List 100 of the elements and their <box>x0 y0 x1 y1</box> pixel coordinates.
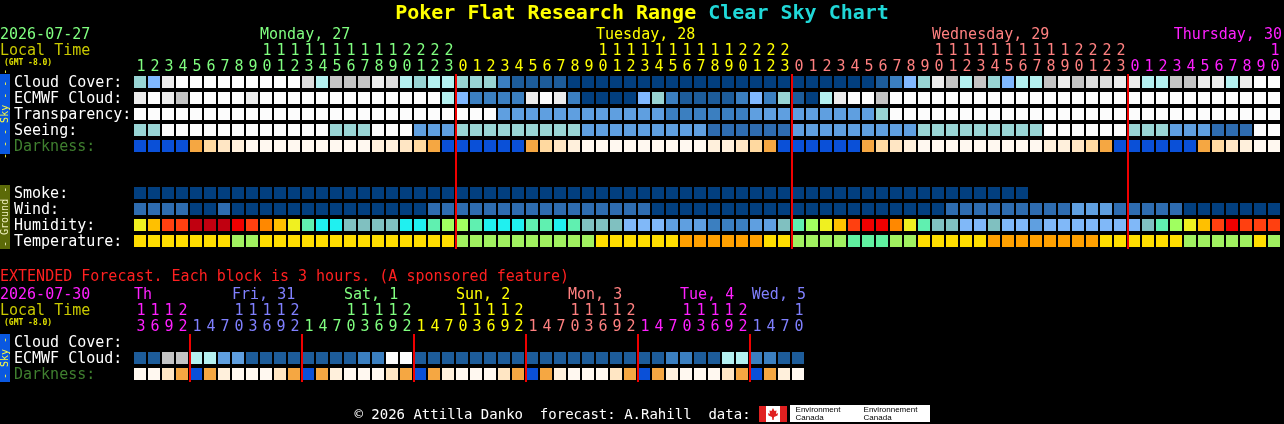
hour-label: 9 <box>612 317 622 335</box>
maple-leaf-flag-icon <box>758 405 787 422</box>
hour-label: 0 <box>1270 57 1280 75</box>
hour-tens-label: 1 <box>276 41 286 59</box>
hour-tens-label: 2 <box>738 41 748 59</box>
hour-tens-label: 1 <box>710 301 720 319</box>
hour-tens-label: 1 <box>1018 41 1028 59</box>
hour-label: 5 <box>1004 57 1014 75</box>
hour-tens-label: 1 <box>318 41 328 59</box>
hour-label: 3 <box>780 57 790 75</box>
hour-label: 4 <box>318 57 328 75</box>
hour-label: 7 <box>556 317 566 335</box>
hour-label: 5 <box>668 57 678 75</box>
hour-tens-label: 1 <box>570 301 580 319</box>
hour-label: 4 <box>654 57 664 75</box>
hour-tens-label: 1 <box>164 301 174 319</box>
hour-tens-label: 2 <box>1116 41 1126 59</box>
hour-label: 2 <box>1102 57 1112 75</box>
hour-tens-label: 2 <box>752 41 762 59</box>
hour-tens-label: 1 <box>374 41 384 59</box>
hour-label: 6 <box>682 57 692 75</box>
hour-label: 9 <box>164 317 174 335</box>
row-label: Wind: <box>14 201 61 217</box>
hour-label: 8 <box>570 57 580 75</box>
forecast-date: 2026-07-27 <box>0 25 91 43</box>
hour-tens-label: 1 <box>346 41 356 59</box>
hour-label: 5 <box>864 57 874 75</box>
hour-label: 1 <box>752 57 762 75</box>
hour-label: 9 <box>1060 57 1070 75</box>
hour-label: 3 <box>472 317 482 335</box>
hour-label: 3 <box>164 57 174 75</box>
hour-label: 3 <box>1172 57 1182 75</box>
timezone-label: (GMT -8.0) <box>4 58 53 67</box>
day-label: Wed, 5 <box>751 286 806 302</box>
hour-tens-label: 1 <box>612 41 622 59</box>
hour-tens-label: 1 <box>584 301 594 319</box>
hour-label: 3 <box>640 57 650 75</box>
row-label: ECMWF Cloud: <box>14 90 124 106</box>
hour-label: 1 <box>136 57 146 75</box>
hour-label: 2 <box>290 317 300 335</box>
hour-label: 4 <box>1186 57 1196 75</box>
hour-tens-label: 1 <box>710 41 720 59</box>
hour-label: 2 <box>626 57 636 75</box>
hour-label: 3 <box>1116 57 1126 75</box>
hour-tens-label: 2 <box>402 301 412 319</box>
row-label: Transparency: <box>14 106 133 122</box>
hour-label: 9 <box>584 57 594 75</box>
hour-tens-label: 1 <box>934 41 944 59</box>
hour-label: 4 <box>318 317 328 335</box>
hour-tens-label: 2 <box>766 41 776 59</box>
hour-label: 9 <box>500 317 510 335</box>
hour-label: 1 <box>276 57 286 75</box>
credit-text: © 2026 Attilla Danko forecast: A.Rahill data: <box>354 405 751 422</box>
hour-label: 7 <box>780 317 790 335</box>
hour-label: 5 <box>1200 57 1210 75</box>
hour-label: 3 <box>444 57 454 75</box>
hour-label: 4 <box>206 317 216 335</box>
hour-label: 1 <box>640 317 650 335</box>
timezone-label: (GMT -8.0) <box>4 318 53 327</box>
hour-label: 0 <box>794 317 804 335</box>
hour-label: 3 <box>248 317 258 335</box>
hour-tens-label: 1 <box>136 301 146 319</box>
hour-tens-label: 1 <box>248 301 258 319</box>
hour-tens-label: 2 <box>1088 41 1098 59</box>
hour-label: 9 <box>248 57 258 75</box>
source-name: Environment Canada <box>794 405 842 422</box>
hour-label: 5 <box>332 57 342 75</box>
hour-label: 5 <box>528 57 538 75</box>
hour-label: 9 <box>388 57 398 75</box>
hour-label: 1 <box>612 57 622 75</box>
hour-tens-label: 1 <box>654 41 664 59</box>
hour-tens-label: 2 <box>514 301 524 319</box>
hour-label: 7 <box>696 57 706 75</box>
hour-label: 1 <box>528 317 538 335</box>
hour-label: 3 <box>584 317 594 335</box>
hour-label: 2 <box>290 57 300 75</box>
hour-label: 8 <box>1046 57 1056 75</box>
hour-label: 9 <box>724 317 734 335</box>
hour-label: 1 <box>192 317 202 335</box>
hour-tens-label: 2 <box>178 301 188 319</box>
hour-label: 6 <box>542 57 552 75</box>
hour-tens-label: 1 <box>948 41 958 59</box>
hour-tens-label: 1 <box>990 41 1000 59</box>
hour-tens-label: 1 <box>640 41 650 59</box>
hour-tens-label: 2 <box>626 301 636 319</box>
hour-label: 9 <box>724 57 734 75</box>
hour-label: 4 <box>542 317 552 335</box>
hour-label: 8 <box>374 57 384 75</box>
hour-label: 6 <box>598 317 608 335</box>
hour-tens-label: 1 <box>1060 41 1070 59</box>
hour-label: 1 <box>416 317 426 335</box>
row-label: Cloud Cover: <box>14 74 124 90</box>
hour-label: 4 <box>430 317 440 335</box>
hour-tens-label: 2 <box>402 41 412 59</box>
hour-tens-label: 1 <box>1046 41 1056 59</box>
hour-label: 2 <box>402 317 412 335</box>
day-label: Wednesday, 29 <box>932 26 1050 42</box>
row-label: Darkness: <box>14 138 97 154</box>
hour-label: 6 <box>262 317 272 335</box>
hour-label: 6 <box>1214 57 1224 75</box>
